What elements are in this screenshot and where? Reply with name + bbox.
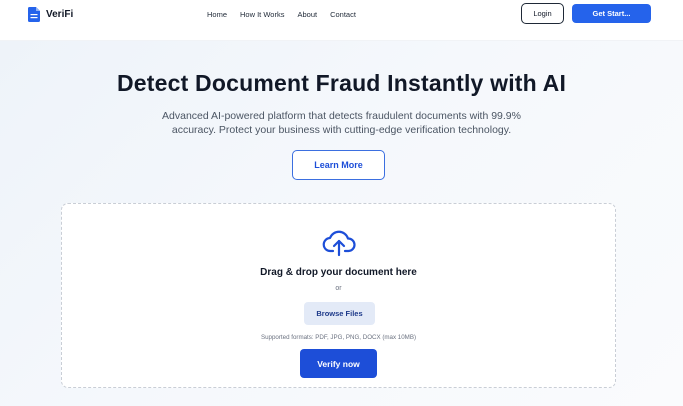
hero-title: Detect Document Fraud Instantly with AI — [116, 70, 567, 96]
nav-link-how-it-works[interactable]: How It Works — [240, 10, 284, 20]
top-navbar: VeriFi Home How It Works About Contact L… — [0, 0, 683, 41]
verify-now-button[interactable]: Verify now — [300, 349, 377, 378]
supported-formats-text: Supported formats: PDF, JPG, PNG, DOCX (… — [260, 334, 417, 341]
get-started-button[interactable]: Get Start... — [572, 4, 651, 23]
cloud-upload-icon — [322, 230, 356, 257]
page: VeriFi Home How It Works About Contact L… — [0, 0, 683, 406]
hero-section: Detect Document Fraud Instantly with AI … — [0, 41, 683, 406]
dropzone-title: Drag & drop your document here — [260, 267, 417, 278]
browse-files-button[interactable]: Browse Files — [304, 302, 375, 325]
dropzone-or-text: or — [335, 285, 342, 292]
brand-name: VeriFi — [46, 8, 74, 20]
nav-link-home[interactable]: Home — [207, 10, 227, 20]
document-icon — [28, 6, 40, 22]
login-button[interactable]: Login — [521, 3, 564, 24]
brand-logo[interactable]: VeriFi — [28, 6, 73, 22]
upload-dropzone[interactable]: Drag & drop your document here or Browse… — [61, 203, 616, 388]
learn-more-button[interactable]: Learn More — [292, 150, 385, 180]
main-nav: Home How It Works About Contact — [207, 10, 369, 20]
nav-link-about[interactable]: About — [297, 10, 317, 20]
hero-subtitle: Advanced AI-powered platform that detect… — [162, 110, 521, 136]
nav-link-contact[interactable]: Contact — [330, 10, 356, 20]
